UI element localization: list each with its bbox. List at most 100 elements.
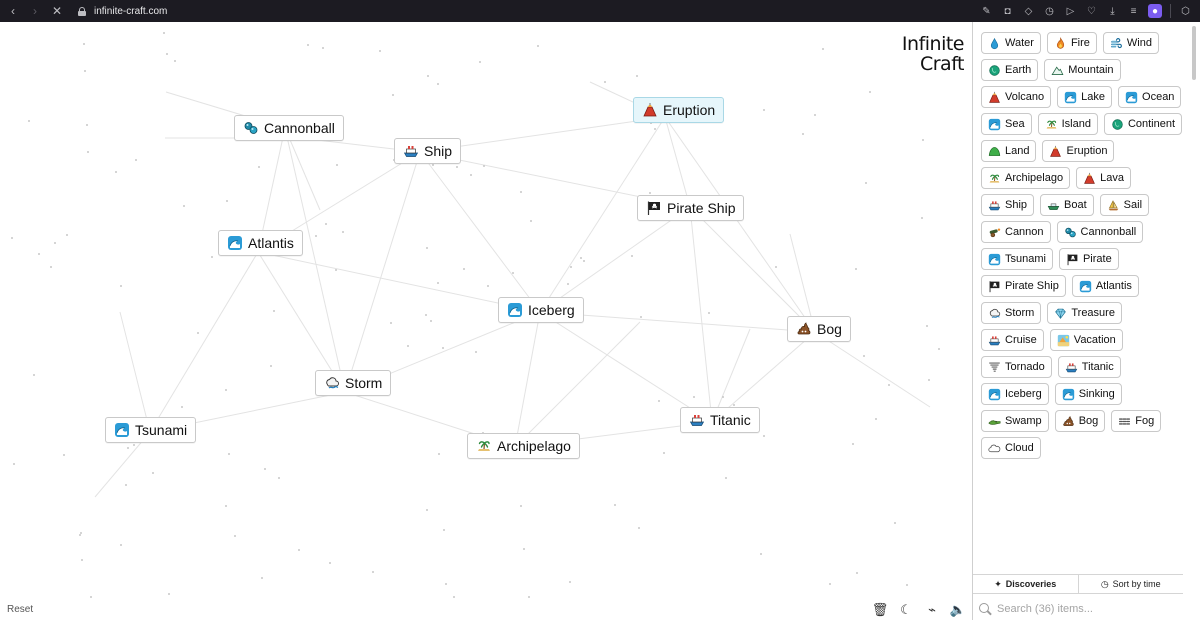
sidebar-item[interactable]: Land [981, 140, 1037, 162]
sidebar-item[interactable]: Tornado [981, 356, 1052, 378]
background-dot [426, 247, 428, 249]
edit-icon[interactable]: ✎ [980, 5, 993, 18]
canvas-element[interactable]: Eruption [633, 97, 725, 123]
background-dot [329, 562, 331, 564]
canvas-element[interactable]: Archipelago [467, 433, 580, 459]
sidebar-item[interactable]: Mountain [1044, 59, 1121, 81]
sidebar-item[interactable]: Boat [1040, 194, 1094, 216]
poop-icon [1062, 415, 1075, 428]
sidebar-item[interactable]: Earth [981, 59, 1039, 81]
canvas-element[interactable]: Bog [787, 316, 851, 342]
moon-icon[interactable]: ☾ [898, 602, 914, 618]
sidebar-item[interactable]: Wind [1102, 32, 1159, 54]
cannonball-icon [1064, 226, 1077, 239]
sidebar-item[interactable]: Storm [981, 302, 1042, 324]
sidebar-item[interactable]: Cruise [981, 329, 1044, 351]
shield-icon[interactable]: ◇ [1022, 5, 1035, 18]
forward-icon[interactable]: › [28, 4, 42, 18]
canvas-element[interactable]: Storm [315, 370, 392, 396]
broom-icon[interactable]: ⌁ [924, 602, 940, 618]
history-icon[interactable]: ◷ [1043, 5, 1056, 18]
sidebar-item[interactable]: Ship [981, 194, 1035, 216]
sidebar-item[interactable]: Iceberg [981, 383, 1049, 405]
sidebar-item[interactable]: Pirate Ship [981, 275, 1066, 297]
search-input[interactable]: Search (36) items... [997, 603, 1093, 615]
heart-icon[interactable]: ♡ [1085, 5, 1098, 18]
canvas-element[interactable]: Atlantis [218, 230, 303, 256]
background-dot [437, 282, 439, 284]
crocodile-icon [988, 415, 1001, 428]
background-dot [86, 124, 88, 126]
canvas-element[interactable]: Pirate Ship [637, 195, 745, 221]
sidebar-item[interactable]: Titanic [1057, 356, 1121, 378]
sidebar-item[interactable]: Island [1037, 113, 1098, 135]
sidebar-item-label: Eruption [1066, 145, 1108, 157]
sidebar-item[interactable]: Fog [1111, 410, 1162, 432]
background-dot [273, 310, 275, 312]
discoveries-tab[interactable]: ✦ Discoveries [973, 575, 1078, 593]
sound-icon[interactable]: 🔈 [950, 602, 966, 618]
sidebar-item[interactable]: Archipelago [981, 167, 1071, 189]
background-dot [120, 285, 122, 287]
sidebar-item[interactable]: Swamp [981, 410, 1049, 432]
mountain-icon [1051, 64, 1064, 77]
sidebar-item[interactable]: Cannonball [1056, 221, 1144, 243]
canvas-element[interactable]: Cannonball [234, 115, 344, 141]
sidebar-item[interactable]: Water [981, 32, 1041, 54]
sidebar-item[interactable]: Cloud [981, 437, 1041, 459]
background-dot [120, 544, 122, 546]
trash-icon[interactable]: 🗑 [872, 602, 889, 618]
background-dot [258, 166, 260, 168]
play-icon[interactable]: ▷ [1064, 5, 1077, 18]
sidebar-item[interactable]: Continent [1103, 113, 1183, 135]
reset-button[interactable]: Reset [7, 604, 33, 615]
background-dot [183, 205, 185, 207]
sidebar-item[interactable]: Bog [1054, 410, 1106, 432]
background-dot [407, 345, 409, 347]
canvas-element[interactable]: Ship [394, 138, 462, 164]
sidebar-item-label: Titanic [1081, 361, 1114, 373]
sidebar-item[interactable]: Ocean [1118, 86, 1182, 108]
sidebar-item[interactable]: Sail [1099, 194, 1150, 216]
profile-icon[interactable]: ● [1148, 4, 1162, 18]
camera-icon[interactable]: ◘ [1001, 5, 1014, 18]
sidebar-item[interactable]: Tsunami [981, 248, 1053, 270]
sidebar-item[interactable]: Fire [1046, 32, 1097, 54]
connection-line [514, 311, 541, 448]
craft-canvas[interactable]: Infinite Craft Cannonball Ship Eruption Pir… [0, 22, 972, 620]
menu-icon[interactable]: ≡ [1127, 5, 1140, 18]
sidebar-item[interactable]: Sea [981, 113, 1032, 135]
background-dot [775, 266, 777, 268]
sidebar-item[interactable]: Sinking [1054, 383, 1122, 405]
stop-loading-icon[interactable]: ✕ [50, 4, 64, 18]
sort-by-time-tab[interactable]: ◷ Sort by time [1077, 575, 1184, 593]
address-bar[interactable]: infinite-craft.com [78, 6, 167, 17]
background-dot [28, 120, 30, 122]
canvas-element[interactable]: Iceberg [498, 297, 584, 323]
sailboat-icon [1107, 199, 1120, 212]
sidebar-item[interactable]: Lake [1057, 86, 1113, 108]
extension-icon[interactable]: ⬡ [1179, 5, 1192, 18]
canvas-element[interactable]: Titanic [680, 407, 760, 433]
back-icon[interactable]: ‹ [6, 4, 20, 18]
sidebar-item-label: Boat [1064, 199, 1087, 211]
sidebar-item[interactable]: Vacation [1049, 329, 1123, 351]
background-dot [211, 256, 213, 258]
sidebar-item[interactable]: Eruption [1042, 140, 1115, 162]
canvas-element[interactable]: Tsunami [105, 417, 197, 443]
background-dot [487, 285, 489, 287]
background-dot [336, 164, 338, 166]
background-dot [921, 217, 923, 219]
download-icon[interactable]: ⤓ [1106, 5, 1119, 18]
sidebar-item-label: Vacation [1073, 334, 1116, 346]
sidebar-item[interactable]: Lava [1076, 167, 1131, 189]
sidebar-scrollbar[interactable] [1192, 26, 1196, 80]
sidebar-item[interactable]: Treasure [1047, 302, 1122, 324]
sidebar-item[interactable]: Atlantis [1071, 275, 1139, 297]
background-dot [166, 53, 168, 55]
background-dot [426, 509, 428, 511]
browser-nav: ‹ › ✕ [6, 4, 64, 18]
sidebar-item[interactable]: Volcano [981, 86, 1052, 108]
sidebar-item[interactable]: Pirate [1058, 248, 1119, 270]
sidebar-item[interactable]: Cannon [981, 221, 1051, 243]
